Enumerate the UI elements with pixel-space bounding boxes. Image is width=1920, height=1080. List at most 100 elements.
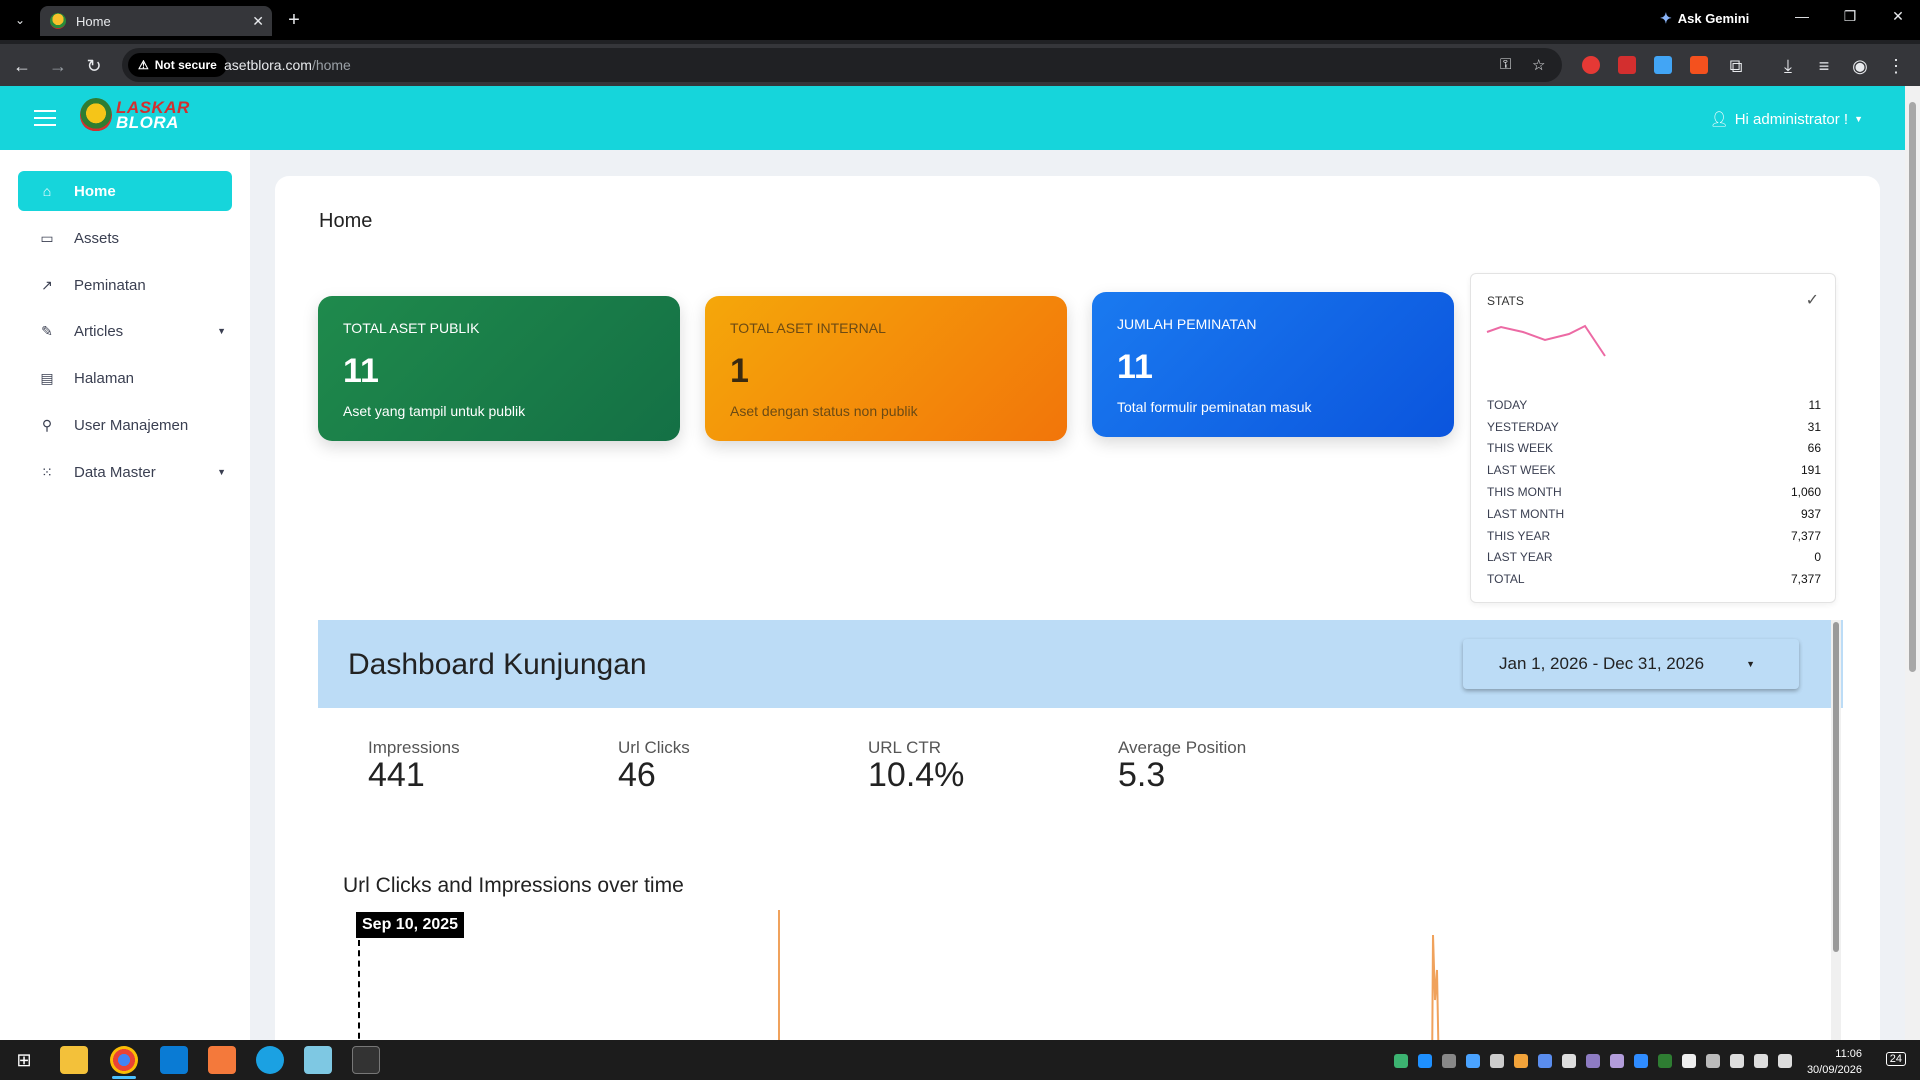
metric-impressions: Impressions 441 — [368, 738, 460, 795]
stats-row-value: 66 — [1807, 441, 1821, 456]
tab-search-button[interactable]: ⌄ — [8, 8, 32, 32]
dashboard-scrollbar[interactable] — [1831, 620, 1841, 1040]
tray-app-icon[interactable] — [1442, 1054, 1456, 1068]
tray-app-icon[interactable] — [1514, 1054, 1528, 1068]
home-icon: ⌂ — [42, 183, 52, 199]
network-icon[interactable] — [1730, 1054, 1744, 1068]
tray-app-icon[interactable] — [1562, 1054, 1576, 1068]
sidebar-item-assets[interactable]: ▭ Assets — [18, 218, 232, 258]
extension-red-icon[interactable] — [1582, 56, 1600, 74]
clock-time: 11:06 — [1835, 1048, 1862, 1060]
laskar-blora-logo[interactable]: LASKAR BLORA — [80, 98, 190, 132]
download-icon[interactable]: ⤓ — [1776, 54, 1800, 78]
scroll-thumb[interactable] — [1909, 102, 1916, 672]
extension-s-icon[interactable] — [1654, 56, 1672, 74]
clicks-impressions-chart[interactable]: Sep 10, 2025 — [348, 910, 1828, 1040]
page-scrollbar[interactable] — [1905, 86, 1920, 1040]
sidebar-item-articles[interactable]: ✎ Articles ▼ — [18, 311, 232, 351]
kpi-card-jumlah-peminatan[interactable]: JUMLAH PEMINATAN 11 Total formulir pemin… — [1092, 292, 1454, 437]
user-menu[interactable]: 👤︎ Hi administrator ! ▼ — [1710, 110, 1863, 129]
tray-app-icon[interactable] — [1586, 1054, 1600, 1068]
stats-row-value: 937 — [1800, 506, 1821, 521]
browser-toolbar: ← → ↻ ⚠ Not secure asetblora.com/home ⚿ … — [0, 44, 1920, 86]
reload-icon[interactable]: ↻ — [82, 54, 106, 78]
tray-app-icon[interactable] — [1538, 1054, 1552, 1068]
close-window-icon[interactable]: ✕ — [1886, 8, 1910, 25]
not-secure-chip[interactable]: ⚠ Not secure — [128, 53, 227, 77]
metric-label: URL CTR — [868, 738, 942, 757]
kpi-card-aset-publik[interactable]: TOTAL ASET PUBLIK 11 Aset yang tampil un… — [318, 296, 680, 441]
tray-app-icon[interactable] — [1658, 1054, 1672, 1068]
new-tab-button[interactable]: + — [282, 8, 306, 32]
windows-start-icon[interactable]: ⊞ — [10, 1046, 38, 1074]
tray-app-icon[interactable] — [1418, 1054, 1432, 1068]
sidebar-item-user-manajemen[interactable]: ⚲ User Manajemen — [18, 405, 232, 445]
bluetooth-icon[interactable] — [1634, 1054, 1648, 1068]
extensions-puzzle-icon[interactable]: ⧉ — [1724, 54, 1748, 78]
extension-orange-icon[interactable] — [1690, 56, 1708, 74]
url-path: /home — [311, 57, 351, 73]
metric-value: 441 — [368, 756, 425, 794]
edge-icon[interactable] — [256, 1046, 284, 1074]
terminal-icon[interactable] — [352, 1046, 380, 1074]
stats-title: STATS — [1487, 294, 1524, 308]
kpi-card-aset-internal[interactable]: TOTAL ASET INTERNAL 1 Aset dengan status… — [705, 296, 1067, 441]
sidebar-item-label: Data Master — [74, 463, 156, 481]
windows-taskbar: ⊞ 11:06 30/09/2026 24 — [0, 1040, 1920, 1080]
back-arrow-icon[interactable]: ← — [10, 54, 34, 78]
sidebar-item-label: Halaman — [74, 369, 135, 387]
address-bar[interactable]: ⚠ Not secure asetblora.com/home ⚿ ☆ — [122, 48, 1562, 82]
tray-app-icon[interactable] — [1490, 1054, 1504, 1068]
trend-icon: ↗ — [41, 276, 53, 293]
tray-app-icon[interactable] — [1706, 1054, 1720, 1068]
page-icon: ▤ — [40, 369, 54, 386]
ask-gemini-button[interactable]: ✦ Ask Gemini — [1660, 10, 1749, 27]
sidebar-item-peminatan[interactable]: ↗ Peminatan — [18, 265, 232, 305]
sublime-icon[interactable] — [208, 1046, 236, 1074]
tray-app-icon[interactable] — [1466, 1054, 1480, 1068]
chrome-app-icon[interactable] — [110, 1046, 138, 1074]
password-key-icon[interactable]: ⚿ — [1500, 56, 1511, 73]
date-range-value: Jan 1, 2026 - Dec 31, 2026 — [1499, 654, 1705, 673]
clock-date: 30/09/2026 — [1806, 1064, 1862, 1076]
dashboard-title: Dashboard Kunjungan — [348, 648, 647, 681]
browser-tab[interactable]: Home ✕ — [40, 6, 272, 36]
profile-avatar-icon[interactable]: ◉ — [1848, 54, 1872, 78]
chart-lines — [778, 910, 1440, 1040]
file-explorer-icon[interactable] — [60, 1046, 88, 1074]
tray-app-icon[interactable] — [1610, 1054, 1624, 1068]
security-icon[interactable] — [1682, 1054, 1696, 1068]
sidebar-item-label: User Manajemen — [74, 416, 189, 434]
metric-url-ctr: URL CTR 10.4% — [868, 738, 964, 795]
sidebar-item-halaman[interactable]: ▤ Halaman — [18, 358, 232, 398]
minimize-icon[interactable]: — — [1790, 8, 1814, 24]
battery-icon[interactable] — [1778, 1054, 1792, 1068]
sparkline-path — [1486, 324, 1606, 357]
sidebar-item-home[interactable]: ⌂ Home — [18, 171, 232, 211]
url-text[interactable]: asetblora.com/home — [224, 57, 351, 73]
metric-label: Url Clicks — [618, 738, 690, 757]
hamburger-menu-icon[interactable] — [34, 110, 56, 126]
metric-label: Average Position — [1118, 738, 1247, 757]
vscode-icon[interactable] — [160, 1046, 188, 1074]
stats-rows: TODAY 11 YESTERDAY 31 THIS WEEK 66 LAST WEEK 19… — [1487, 394, 1821, 590]
taskbar-clock[interactable]: 11:06 30/09/2026 — [1807, 1046, 1862, 1078]
close-tab-icon[interactable]: ✕ — [252, 13, 264, 30]
restore-icon[interactable]: ❐ — [1838, 8, 1862, 25]
tray-app-icon[interactable] — [1394, 1054, 1408, 1068]
kpi-value: 1 — [730, 352, 749, 390]
impressions-spike — [1431, 934, 1440, 1040]
volume-icon[interactable] — [1754, 1054, 1768, 1068]
forward-arrow-icon[interactable]: → — [46, 54, 70, 78]
app-icon[interactable] — [304, 1046, 332, 1074]
sidebar-item-data-master[interactable]: ⁙ Data Master ▼ — [18, 452, 232, 492]
stats-row-label: THIS MONTH — [1487, 485, 1562, 500]
scroll-thumb[interactable] — [1833, 622, 1839, 952]
bookmark-star-icon[interactable]: ☆ — [1532, 56, 1545, 74]
chrome-menu-icon[interactable]: ⋮ — [1884, 54, 1908, 78]
media-control-icon[interactable]: ≡ — [1812, 54, 1836, 78]
date-range-picker[interactable]: Jan 1, 2026 - Dec 31, 2026 ▼ — [1463, 639, 1799, 689]
extension-youtube-icon[interactable] — [1618, 56, 1636, 74]
check-icon[interactable]: ✓ — [1806, 290, 1819, 310]
notification-badge[interactable]: 24 — [1885, 1052, 1906, 1066]
